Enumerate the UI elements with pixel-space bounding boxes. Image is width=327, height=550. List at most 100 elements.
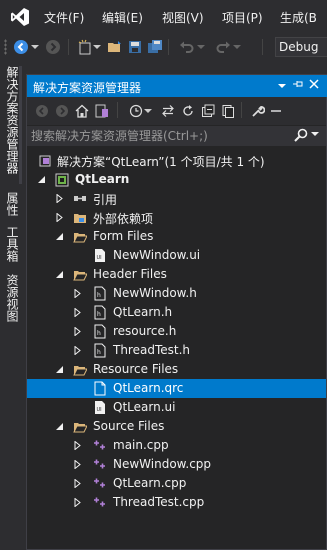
menu-project[interactable]: 项目(P): [222, 9, 263, 26]
tree-item-label: 解决方案“QtLearn”(1 个项目/共 1 个): [57, 155, 265, 169]
tree-item-qtlearn-h[interactable]: h QtLearn.h: [27, 303, 326, 322]
tree-item-newwindow-cpp[interactable]: NewWindow.cpp: [27, 455, 326, 474]
switch-views-icon: [95, 104, 108, 118]
collapsed-arrow-icon[interactable]: [73, 327, 82, 336]
tab-resource-view[interactable]: 资源视图: [4, 274, 21, 322]
collapsed-arrow-icon[interactable]: [73, 479, 82, 488]
search-options-dropdown[interactable]: [311, 132, 319, 136]
solution-configuration-select[interactable]: Debug: [275, 37, 327, 57]
tree-item-label: 引用: [93, 193, 118, 207]
tree-item-label: Header Files: [93, 267, 167, 281]
search-icon[interactable]: [293, 127, 309, 143]
tree-item-resource-h[interactable]: h resource.h: [27, 322, 326, 341]
expanded-arrow-icon[interactable]: [55, 270, 64, 279]
tree-item-qtlearn-ui[interactable]: UI QtLearn.ui: [27, 398, 326, 417]
menu-edit[interactable]: 编辑(E): [102, 9, 143, 26]
resource-file-icon: [94, 381, 106, 396]
tree-item-header-files[interactable]: Header Files: [27, 265, 326, 284]
collapsed-arrow-icon[interactable]: [55, 194, 64, 203]
open-folder-icon: [73, 366, 87, 376]
tree-item-threadtest-cpp[interactable]: ThreadTest.cpp: [27, 493, 326, 512]
close-button[interactable]: [307, 78, 321, 92]
menu-build[interactable]: 生成(B: [280, 9, 317, 26]
filter-dropdown[interactable]: [143, 102, 153, 120]
tree-item-main-cpp[interactable]: main.cpp: [27, 436, 326, 455]
collapsed-arrow-icon[interactable]: [73, 460, 82, 469]
tree-item-references[interactable]: 引用: [27, 189, 326, 208]
tab-solution-explorer[interactable]: 解决方案资源管理器: [4, 66, 21, 174]
preview-selected-items-button[interactable]: [267, 102, 285, 120]
home-button[interactable]: [73, 102, 91, 120]
collapsed-arrow-icon[interactable]: [73, 346, 82, 355]
expanded-arrow-icon[interactable]: [37, 175, 46, 184]
svg-text:UI: UI: [97, 255, 102, 261]
forward-button[interactable]: [53, 102, 71, 120]
back-button[interactable]: [33, 102, 51, 120]
back-arrow-icon: [14, 40, 28, 54]
tree-item-label: NewWindow.ui: [113, 248, 201, 262]
menu-file[interactable]: 文件(F): [44, 9, 84, 26]
refresh-button[interactable]: [179, 102, 197, 120]
search-input[interactable]: [31, 127, 281, 145]
expanded-arrow-icon[interactable]: [55, 365, 64, 374]
tree-item-newwindow-h[interactable]: h NewWindow.h: [27, 284, 326, 303]
window-position-button[interactable]: [275, 78, 289, 92]
pin-icon: [293, 81, 303, 87]
redo-button[interactable]: [214, 38, 232, 56]
collapsed-arrow-icon[interactable]: [73, 289, 82, 298]
tree-item-label: ThreadTest.cpp: [113, 495, 205, 509]
cpp-file-icon: [94, 478, 105, 488]
auto-hide-button[interactable]: [291, 78, 305, 92]
show-all-files-button[interactable]: [219, 102, 237, 120]
undo-dropdown[interactable]: [196, 38, 206, 56]
collapsed-arrow-icon[interactable]: [73, 308, 82, 317]
sync-with-active-document-button[interactable]: [159, 102, 177, 120]
left-tool-tabs: 解决方案资源管理器 属性 工具箱 资源视图: [0, 62, 24, 550]
tree-item-qtlearn-cpp[interactable]: QtLearn.cpp: [27, 474, 326, 493]
back-dropdown-button[interactable]: [30, 38, 40, 56]
navigate-forward-button[interactable]: [44, 38, 62, 56]
tree-item-form-files[interactable]: Form Files: [27, 227, 326, 246]
forward-arrow-icon: [46, 40, 60, 54]
tree-item-resource-files[interactable]: Resource Files: [27, 360, 326, 379]
solution-explorer-panel: 解决方案资源管理器 搜索解决方案资源管理器(Ctrl+;) 解决方案“QtLea…: [26, 74, 327, 550]
clock-icon: [129, 104, 143, 118]
undo-button[interactable]: [178, 38, 196, 56]
sync-arrows-icon: [162, 105, 174, 117]
tree-item-label: resource.h: [113, 324, 177, 338]
menu-view[interactable]: 视图(V): [162, 9, 204, 26]
standard-toolbar: Debug: [0, 34, 327, 60]
expanded-arrow-icon[interactable]: [55, 422, 64, 431]
collapsed-arrow-icon[interactable]: [73, 498, 82, 507]
new-project-dropdown[interactable]: [92, 38, 102, 56]
tree-item-newwindow-ui[interactable]: UI NewWindow.ui: [27, 246, 326, 265]
refresh-icon: [183, 105, 193, 116]
toolbar-separator: [68, 39, 69, 55]
panel-title-bar[interactable]: 解决方案资源管理器: [27, 75, 327, 97]
properties-button[interactable]: [249, 102, 267, 120]
open-file-button[interactable]: [106, 38, 124, 56]
tab-toolbox[interactable]: 工具箱: [4, 226, 21, 262]
tree-item-label: NewWindow.h: [113, 286, 197, 300]
toolbar-grip[interactable]: [4, 39, 7, 55]
save-all-button[interactable]: [146, 38, 164, 56]
collapsed-arrow-icon[interactable]: [73, 441, 82, 450]
tree-item-threadtest-h[interactable]: h ThreadTest.h: [27, 341, 326, 360]
collapse-all-button[interactable]: [199, 102, 217, 120]
navigate-back-button[interactable]: [12, 38, 30, 56]
save-button[interactable]: [126, 38, 144, 56]
expanded-arrow-icon[interactable]: [55, 232, 64, 241]
tree-item-label: QtLearn.cpp: [113, 476, 187, 490]
tree-item-source-files[interactable]: Source Files: [27, 417, 326, 436]
tab-properties[interactable]: 属性: [4, 192, 21, 216]
tree-item-label: NewWindow.cpp: [113, 457, 212, 471]
show-all-files-icon: [222, 105, 234, 118]
collapsed-arrow-icon[interactable]: [55, 213, 64, 222]
tree-item-qtlearn-qrc[interactable]: QtLearn.qrc: [27, 379, 326, 398]
switch-views-button[interactable]: [93, 102, 111, 120]
redo-dropdown[interactable]: [232, 38, 242, 56]
menu-bar: 文件(F) 编辑(E) 视图(V) 项目(P) 生成(B: [0, 0, 327, 34]
tree-item-external-dependencies[interactable]: 外部依赖项: [27, 208, 326, 227]
tree-item-solution[interactable]: 解决方案“QtLearn”(1 个项目/共 1 个): [27, 151, 326, 170]
tree-item-project[interactable]: QtLearn: [27, 170, 326, 189]
